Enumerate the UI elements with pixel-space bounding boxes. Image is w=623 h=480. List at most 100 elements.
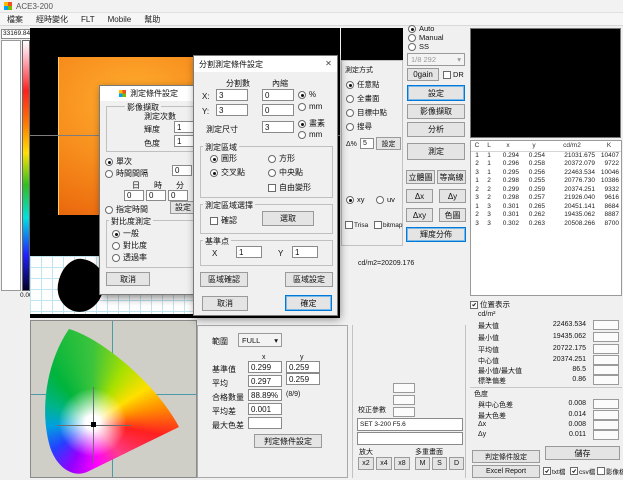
check-csv-file[interactable]: csv檔 xyxy=(570,466,595,476)
split-ok-button[interactable]: 確定 xyxy=(285,295,332,311)
table-row[interactable]: 220.2990.25920374.2519332 xyxy=(471,186,621,195)
radio-cross-point[interactable]: 交叉點 xyxy=(210,167,245,178)
base-x-input[interactable] xyxy=(236,246,262,258)
judge-condition-button-2[interactable]: 判定條件設定 xyxy=(254,434,322,448)
area-set-button[interactable]: 區域設定 xyxy=(285,272,333,287)
radio-pixel[interactable]: 畫素 xyxy=(298,118,325,129)
table-row[interactable]: 320.2980.25721926.0409616 xyxy=(471,194,621,203)
y-inset-input[interactable] xyxy=(262,104,294,116)
x-inset-input[interactable] xyxy=(262,89,294,101)
multi-d-button[interactable]: D xyxy=(449,457,464,470)
colormap-button[interactable]: 色圖 xyxy=(439,208,466,222)
check-trisa[interactable]: Trisa xyxy=(345,221,368,229)
table-row[interactable]: 210.2960.25820372.0799722 xyxy=(471,160,621,169)
check-position-display[interactable]: 位置表示 xyxy=(470,299,510,310)
pass-count-input[interactable] xyxy=(248,389,282,401)
excel-report-button[interactable]: Excel Report xyxy=(472,465,540,478)
delta-set-button[interactable]: 設定 xyxy=(376,137,401,150)
radio-single[interactable]: 單次 xyxy=(105,156,132,167)
zoom-x4-button[interactable]: x4 xyxy=(376,457,392,470)
radio-xy[interactable]: xy xyxy=(346,195,365,204)
menu-flt[interactable]: FLT xyxy=(81,15,95,24)
y-division-input[interactable] xyxy=(216,104,248,116)
radio-circle[interactable]: 圓形 xyxy=(210,153,237,164)
pick-button[interactable]: 選取 xyxy=(262,211,314,226)
radio-center-point[interactable]: 中央點 xyxy=(268,167,303,178)
check-bitmap[interactable]: bitmap xyxy=(374,221,403,229)
judge-condition-button[interactable]: 判定條件設定 xyxy=(472,450,540,463)
cie-diagram[interactable] xyxy=(30,320,197,478)
check-confirm[interactable]: 確認 xyxy=(210,215,237,226)
radio-interval[interactable]: 時間間隔 xyxy=(105,168,148,179)
contour-button[interactable]: 等高線 xyxy=(437,170,466,184)
menu-file[interactable]: 檔案 xyxy=(7,14,23,25)
radio-auto[interactable]: Auto xyxy=(408,24,434,33)
radio-ss[interactable]: SS xyxy=(408,42,429,51)
close-icon[interactable]: ✕ xyxy=(320,56,337,71)
hour-input[interactable] xyxy=(146,190,166,201)
radio-normal[interactable]: 一般 xyxy=(112,228,139,239)
luminance-dist-button[interactable]: 輝度分佈 xyxy=(406,227,466,242)
delta-y-button[interactable]: Δy xyxy=(439,189,466,203)
split-cancel-button[interactable]: 取消 xyxy=(202,296,248,311)
capture-button[interactable]: 影像擷取 xyxy=(407,104,465,119)
solid-view-button[interactable]: 立體圖 xyxy=(406,170,435,184)
table-row[interactable]: 330.3020.26320508.2668700 xyxy=(471,220,621,229)
table-row[interactable]: 120.2980.25520776.73010386 xyxy=(471,177,621,186)
radio-target-center[interactable]: 目標中點 xyxy=(346,107,387,118)
zero-gain-button[interactable]: 0gain xyxy=(407,68,439,81)
delta-x-button[interactable]: Δx xyxy=(406,189,433,203)
table-row[interactable]: 110.2940.25421031.67510407 xyxy=(471,151,621,160)
raw-camera-image[interactable] xyxy=(470,28,621,138)
menu-help[interactable]: 幫助 xyxy=(144,14,160,25)
zoom-x2-button[interactable]: x2 xyxy=(358,457,374,470)
check-free-form[interactable]: 自由變形 xyxy=(268,182,311,193)
chroma-count-input[interactable] xyxy=(174,135,194,147)
dialog-title-bar[interactable]: 測定條件設定 xyxy=(100,86,199,101)
multi-s-button[interactable]: S xyxy=(432,457,447,470)
radio-any-point[interactable]: 任意點 xyxy=(346,79,380,90)
range-dropdown[interactable]: FULL ▾ xyxy=(238,333,282,347)
dialog-title-bar[interactable]: 分割測定條件設定 xyxy=(194,56,337,72)
base-y-input[interactable] xyxy=(292,246,318,258)
radio-mm[interactable]: mm xyxy=(298,102,322,111)
radio-percent[interactable]: % xyxy=(298,90,316,99)
x-division-input[interactable] xyxy=(216,89,248,101)
interval-input[interactable] xyxy=(172,165,192,176)
check-dr[interactable]: DR xyxy=(443,70,464,79)
radio-search[interactable]: 搜尋 xyxy=(346,121,372,132)
max-diff-input[interactable] xyxy=(248,417,282,429)
radio-full-screen[interactable]: 全畫面 xyxy=(346,93,380,104)
radio-contrast[interactable]: 對比度 xyxy=(112,240,147,251)
delta-xy-button[interactable]: Δxy xyxy=(406,208,433,222)
menu-mobile[interactable]: Mobile xyxy=(108,15,132,24)
luminance-count-input[interactable] xyxy=(174,121,194,133)
day-input[interactable] xyxy=(124,190,144,201)
avg-x-input[interactable] xyxy=(248,375,282,387)
zoom-x8-button[interactable]: x8 xyxy=(394,457,410,470)
set-button[interactable]: 設定 xyxy=(407,85,465,101)
table-row[interactable]: 310.2950.25622463.53410046 xyxy=(471,169,621,178)
avg-y-input[interactable] xyxy=(286,373,320,385)
delta-percent-input[interactable] xyxy=(360,138,374,149)
radio-uv[interactable]: uv xyxy=(376,195,395,204)
area-confirm-button[interactable]: 區域確認 xyxy=(200,272,248,287)
radio-transmittance[interactable]: 透過率 xyxy=(112,252,147,263)
menu-trend[interactable]: 經時變化 xyxy=(36,14,68,25)
radio-square[interactable]: 方形 xyxy=(268,153,295,164)
save-button[interactable]: 儲存 xyxy=(545,446,620,460)
radio-mm-size[interactable]: mm xyxy=(298,130,322,139)
radio-manual[interactable]: Manual xyxy=(408,33,444,42)
measure-button[interactable]: 測定 xyxy=(407,143,465,160)
check-image-file[interactable]: 影像檔 xyxy=(597,466,623,476)
size-input[interactable] xyxy=(262,121,294,133)
ref-y-input[interactable] xyxy=(286,361,320,373)
shutter-dropdown[interactable]: 1/8 292 ▾ xyxy=(407,53,465,66)
minute-input[interactable] xyxy=(168,190,188,201)
ref-x-input[interactable] xyxy=(248,361,282,373)
analyze-button[interactable]: 分析 xyxy=(407,122,465,137)
table-row[interactable]: 130.3010.26520451.1418684 xyxy=(471,203,621,212)
avg-diff-input[interactable] xyxy=(248,403,282,415)
measure-cancel-button[interactable]: 取消 xyxy=(106,272,150,286)
table-row[interactable]: 230.3010.26219435.0628887 xyxy=(471,211,621,220)
